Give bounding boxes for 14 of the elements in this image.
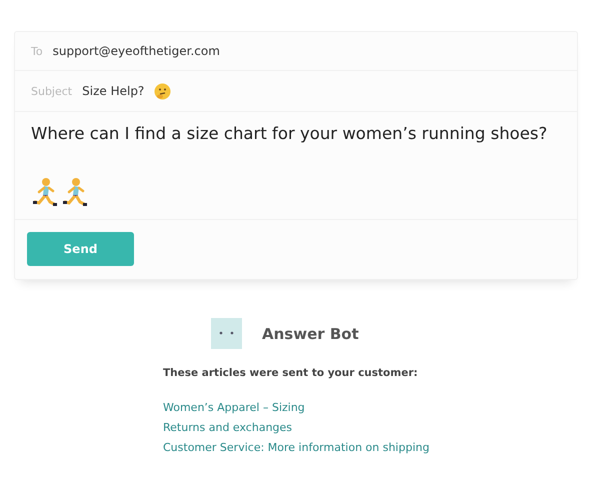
to-label: To — [31, 44, 43, 58]
article-link[interactable]: Returns and exchanges — [163, 421, 594, 434]
article-link[interactable]: Women’s Apparel – Sizing — [163, 401, 594, 414]
bot-name: Answer Bot — [262, 324, 359, 342]
runner-icon — [61, 177, 89, 207]
message-text: Where can I find a size chart for your women’s running shoes? — [31, 124, 548, 143]
send-button[interactable]: Send — [27, 232, 134, 266]
runner-icon — [31, 177, 59, 207]
articles-intro: These articles were sent to your customer: — [163, 367, 419, 379]
thinking-face-icon — [154, 82, 172, 100]
article-link[interactable]: Customer Service: More information on shipping — [163, 441, 594, 454]
subject-label: Subject — [31, 84, 72, 98]
subject-field[interactable]: Size Help? — [82, 84, 144, 98]
recipient-field[interactable]: support@eyeofthetiger.com — [52, 44, 220, 58]
